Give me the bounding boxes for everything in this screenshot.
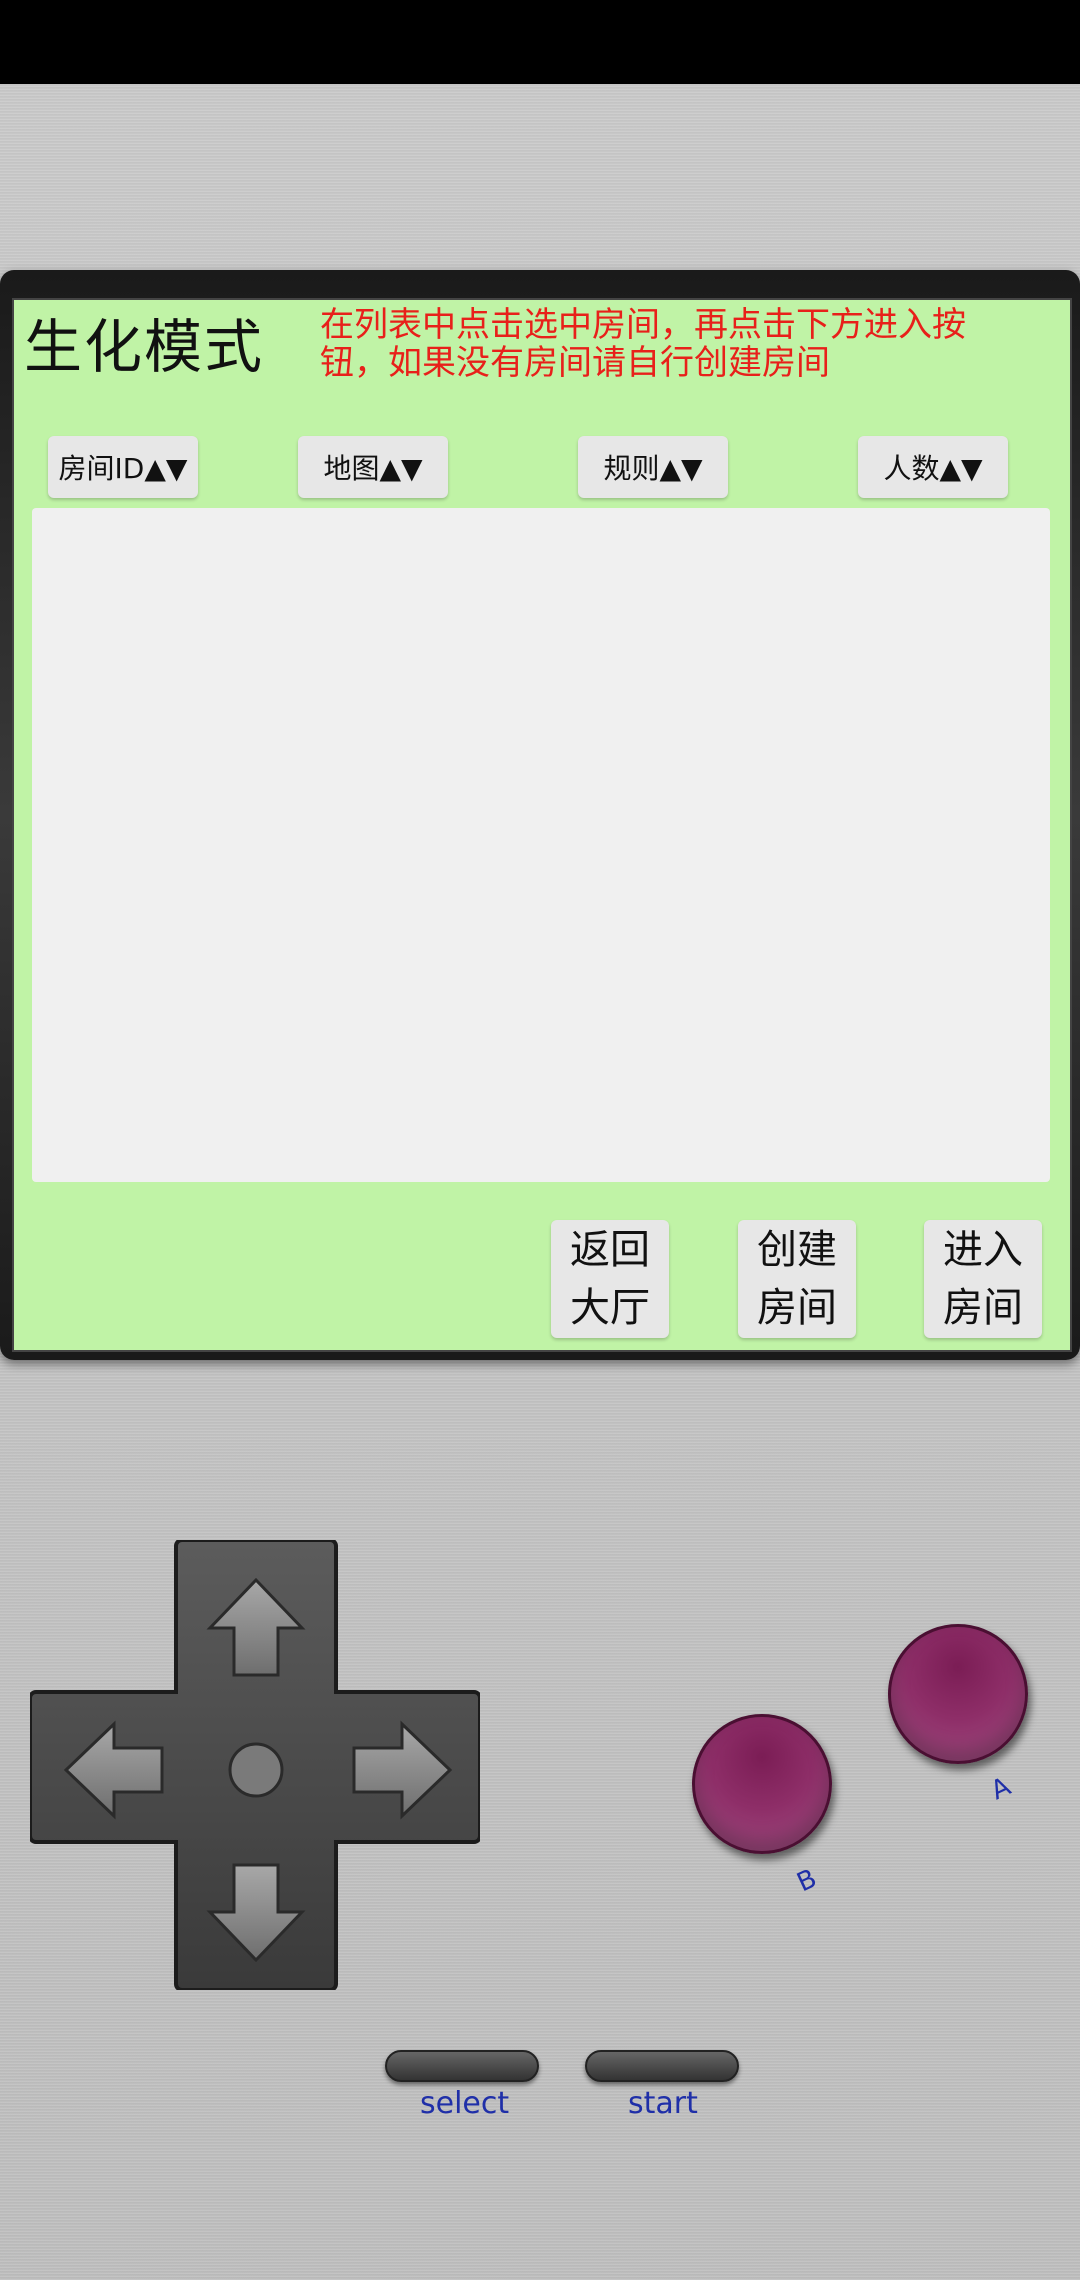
a-button[interactable]	[888, 1624, 1028, 1764]
start-button[interactable]	[585, 2050, 739, 2082]
create-room-button[interactable]: 创建 房间	[738, 1220, 856, 1338]
status-bar	[0, 0, 1080, 84]
enter-label-line1: 进入	[943, 1227, 1023, 1273]
mode-title: 生化模式	[24, 313, 265, 381]
a-button-label: A	[986, 1771, 1016, 1807]
sort-map-button[interactable]: 地图▲▼	[298, 436, 448, 498]
enter-label-line2: 房间	[943, 1285, 1023, 1331]
create-label-line2: 房间	[757, 1285, 837, 1331]
back-label-line1: 返回	[570, 1227, 650, 1273]
sort-room-id-button[interactable]: 房间ID▲▼	[48, 436, 198, 498]
create-label-line1: 创建	[757, 1227, 837, 1273]
select-button[interactable]	[385, 2050, 539, 2082]
back-to-lobby-button[interactable]: 返回 大厅	[551, 1220, 669, 1338]
b-button[interactable]	[692, 1714, 832, 1854]
enter-room-button[interactable]: 进入 房间	[924, 1220, 1042, 1338]
start-label: start	[628, 2086, 698, 2121]
sort-rule-button[interactable]: 规则▲▼	[578, 436, 728, 498]
room-list[interactable]	[32, 508, 1050, 1182]
sort-players-button[interactable]: 人数▲▼	[858, 436, 1008, 498]
b-button-label: B	[792, 1863, 822, 1899]
select-label: select	[420, 2086, 510, 2121]
dpad	[30, 1540, 480, 1990]
back-label-line2: 大厅	[570, 1285, 650, 1331]
instruction-hint: 在列表中点击选中房间，再点击下方进入按钮，如果没有房间请自行创建房间	[320, 305, 966, 383]
